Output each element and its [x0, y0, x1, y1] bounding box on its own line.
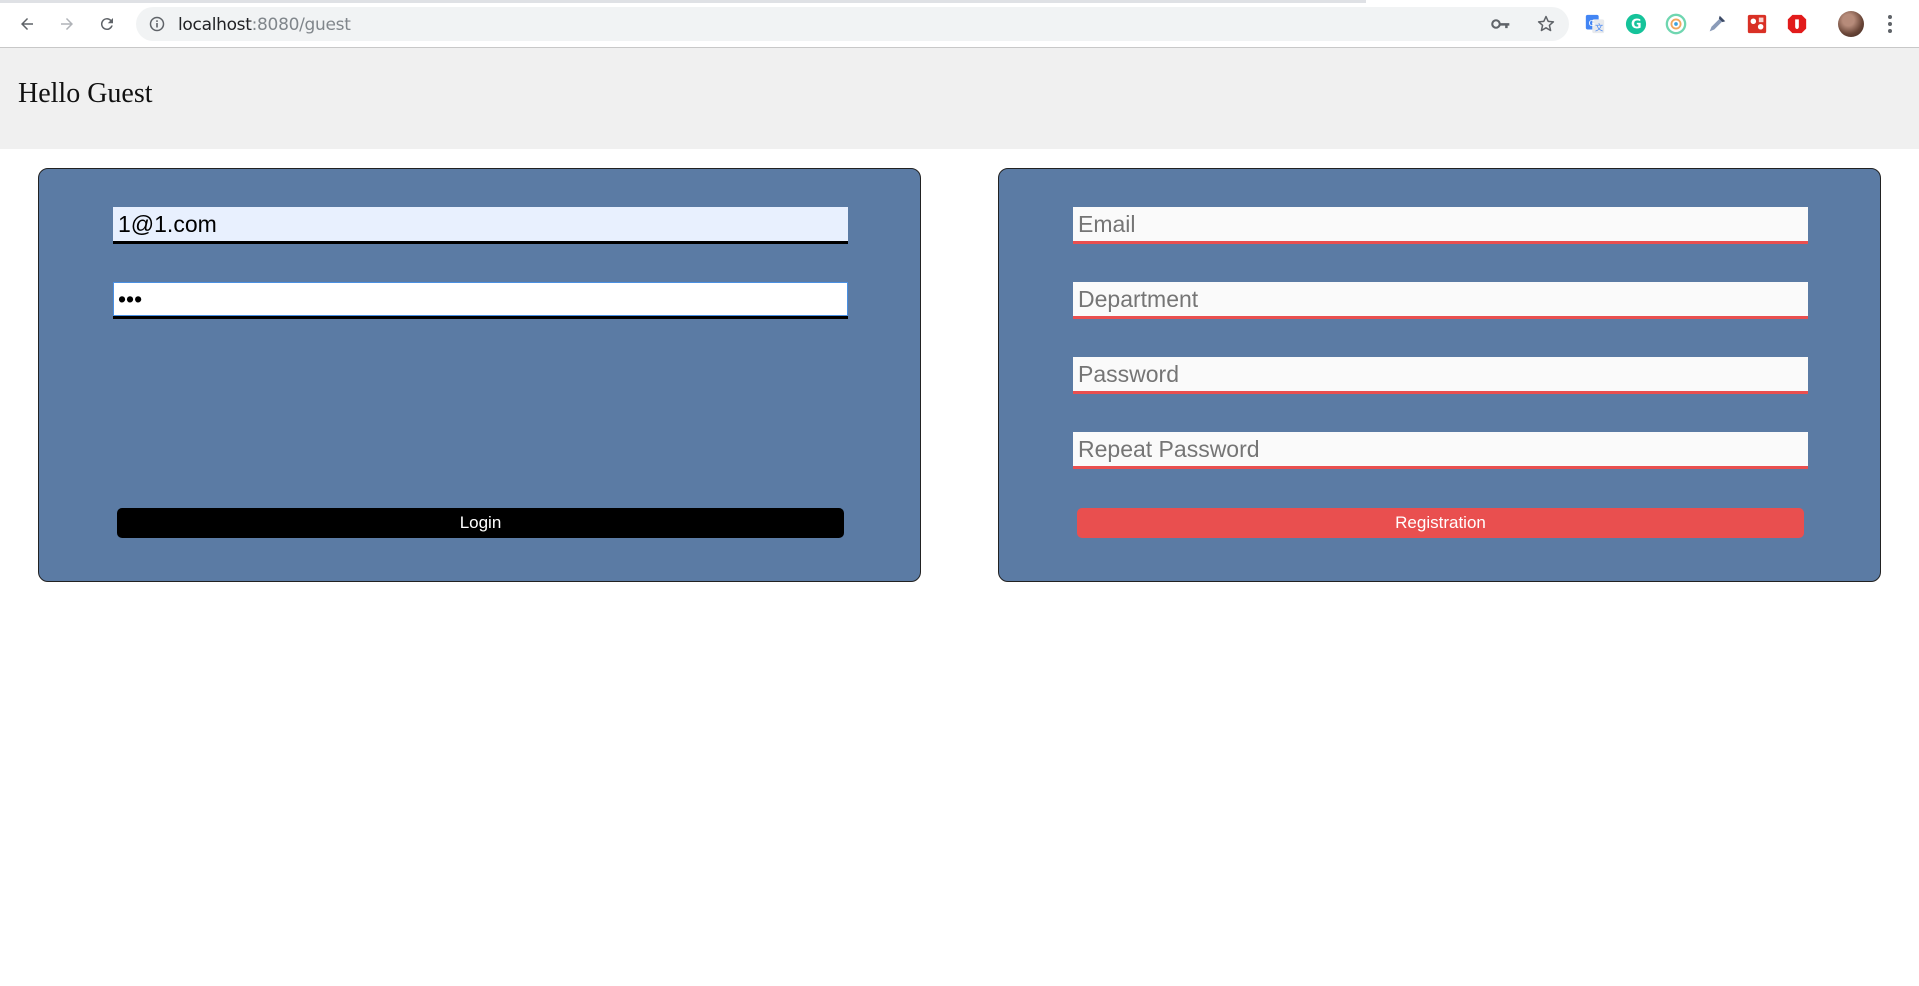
svg-text:G: G: [1631, 18, 1642, 33]
color-picker-icon[interactable]: [1705, 12, 1729, 36]
svg-text:G: G: [1589, 18, 1595, 28]
google-translate-icon[interactable]: G文: [1583, 12, 1607, 36]
registration-button[interactable]: Registration: [1077, 508, 1804, 538]
adblock-icon[interactable]: [1785, 12, 1809, 36]
registration-repeat-password-field[interactable]: [1073, 432, 1808, 469]
reload-button[interactable]: [93, 10, 121, 38]
login-password-field[interactable]: [113, 282, 848, 319]
grammarly-icon[interactable]: G: [1624, 12, 1648, 36]
url-path: :8080/guest: [251, 15, 351, 35]
registration-password-field[interactable]: [1073, 357, 1808, 394]
chrome-menu-icon[interactable]: [1886, 14, 1894, 34]
key-icon[interactable]: [1491, 15, 1511, 33]
loading-bar: [0, 0, 1366, 3]
info-icon[interactable]: [149, 16, 165, 32]
browser-toolbar: localhost:8080/guest G文 G: [0, 0, 1919, 48]
puzzle-extension-icon[interactable]: [1745, 12, 1769, 36]
bookmark-star-icon[interactable]: [1536, 14, 1556, 34]
login-email-field[interactable]: [113, 207, 848, 244]
svg-text:文: 文: [1595, 22, 1603, 32]
forward-arrow-icon: [61, 18, 73, 30]
url-host: localhost: [178, 15, 252, 35]
url-text: localhost:8080/guest: [178, 15, 351, 35]
registration-department-field[interactable]: [1073, 282, 1808, 319]
profile-avatar[interactable]: [1838, 11, 1864, 37]
page-title: Hello Guest: [18, 78, 153, 109]
forward-button[interactable]: [53, 10, 81, 38]
back-button[interactable]: [13, 10, 41, 38]
address-bar[interactable]: localhost:8080/guest: [136, 7, 1569, 41]
registration-email-field[interactable]: [1073, 207, 1808, 244]
registration-panel: Registration: [998, 168, 1881, 582]
back-arrow-icon: [21, 18, 33, 30]
reload-icon: [100, 18, 113, 31]
eye-extension-icon[interactable]: [1664, 12, 1688, 36]
login-button[interactable]: Login: [117, 508, 844, 538]
login-panel: Login: [38, 168, 921, 582]
page-header: Hello Guest: [0, 48, 1919, 149]
